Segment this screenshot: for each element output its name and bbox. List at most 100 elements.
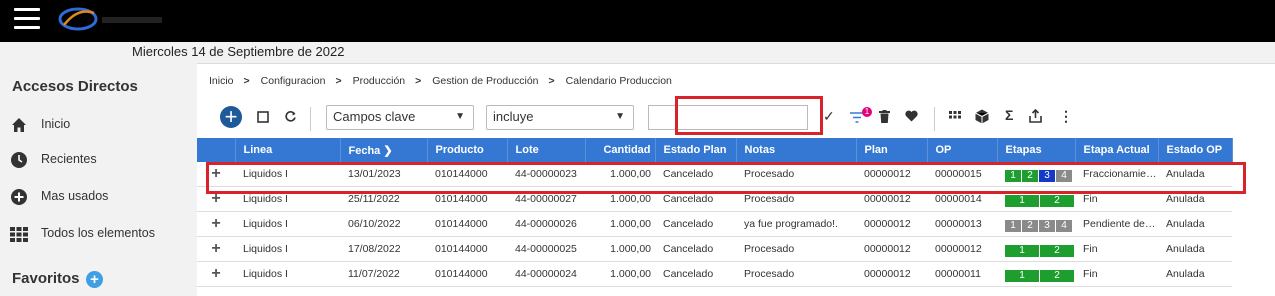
share-icon[interactable] <box>1029 109 1042 123</box>
sort-desc-icon: ❯ <box>383 144 393 157</box>
select-all-checkbox-icon[interactable] <box>257 111 269 123</box>
cell-linea: Liquidos I <box>235 236 340 262</box>
cube-icon[interactable] <box>975 109 989 124</box>
cell-estado-op: Anulada <box>1158 261 1232 287</box>
columns-grid-icon[interactable] <box>949 111 961 123</box>
more-options-icon[interactable]: ⋮ <box>1059 109 1073 123</box>
sidebar-item-inicio[interactable]: Inicio <box>10 113 190 137</box>
apply-filter-check-icon[interactable]: ✓ <box>823 109 835 123</box>
stage-pill: 2 <box>1040 269 1074 282</box>
expand-row-icon[interactable]: + <box>197 211 235 237</box>
heart-icon[interactable] <box>905 110 918 122</box>
column-header-cantidad[interactable]: Cantidad <box>585 138 656 162</box>
stage-pill: 2 <box>1040 244 1074 257</box>
column-header-etapa-actual[interactable]: Etapa Actual <box>1075 138 1159 162</box>
breadcrumb-item[interactable]: Inicio <box>209 75 234 87</box>
cell-etapas: 1234 <box>997 211 1075 237</box>
stage-pill: 1 <box>1005 219 1021 232</box>
stage-pill: 4 <box>1056 219 1072 232</box>
column-header-op[interactable]: OP <box>927 138 998 162</box>
cell-op: 00000015 <box>927 162 997 187</box>
column-header-notas[interactable]: Notas <box>736 138 857 162</box>
cell-cantidad: 1.000,00 <box>585 236 655 262</box>
row-spacer <box>1232 162 1275 187</box>
clock-icon <box>11 152 27 168</box>
expand-row-icon[interactable]: + <box>197 261 235 287</box>
cell-op: 00000014 <box>927 186 997 212</box>
chevron-right-icon: > <box>415 75 422 87</box>
expand-row-icon[interactable]: + <box>197 236 235 262</box>
stage-pill: 3 <box>1039 219 1055 232</box>
expand-column-header <box>197 138 236 162</box>
cell-notas: Procesado <box>736 261 856 287</box>
date-bar: Miercoles 14 de Septiembre de 2022 <box>0 42 1275 64</box>
cell-producto: 010144000 <box>427 261 507 287</box>
operator-select[interactable]: incluye ▼ <box>486 105 634 130</box>
chevron-right-icon: > <box>548 75 555 87</box>
stages-indicator: 1234 <box>1005 169 1075 182</box>
stage-pill: 2 <box>1022 169 1038 182</box>
hamburger-menu-icon[interactable] <box>14 8 40 30</box>
breadcrumb-item: Calendario Produccion <box>565 75 672 87</box>
trash-icon[interactable] <box>879 110 890 123</box>
expand-row-icon[interactable]: + <box>197 186 235 212</box>
cell-fecha: 25/11/2022 <box>340 186 427 212</box>
dropdown-arrow-icon: ▼ <box>455 111 465 122</box>
sidebar-item-recientes[interactable]: Recientes <box>10 148 190 172</box>
breadcrumb-item[interactable]: Configuracion <box>261 75 326 87</box>
table-row[interactable]: + Liquidos I 25/11/2022 010144000 44-0000002… <box>197 186 1275 212</box>
sum-icon[interactable]: Σ <box>1005 108 1013 122</box>
cell-estado-plan: Cancelado <box>655 261 736 287</box>
breadcrumb-item[interactable]: Producción <box>353 75 406 87</box>
cell-etapas: 12 <box>997 261 1075 287</box>
column-header-plan[interactable]: Plan <box>856 138 928 162</box>
search-input[interactable] <box>648 105 808 130</box>
operator-select-value: incluye <box>493 109 534 124</box>
main-content: Inicio > Configuracion > Producción > Gestion … <box>197 63 1275 296</box>
column-header-etapas[interactable]: Etapas <box>997 138 1076 162</box>
table-row[interactable]: + Liquidos I 11/07/2022 010144000 44-0000002… <box>197 261 1275 287</box>
table-row[interactable]: + Liquidos I 06/10/2022 010144000 44-0000002… <box>197 211 1275 237</box>
sidebar-item-todos[interactable]: Todos los elementos <box>10 222 190 246</box>
table-row[interactable]: + Liquidos I 17/08/2022 010144000 44-0000002… <box>197 236 1275 262</box>
cell-linea: Liquidos I <box>235 211 340 237</box>
table-header-row: Linea Fecha ❯ Producto Lote Cantidad Est… <box>197 138 1275 162</box>
cell-fecha: 06/10/2022 <box>340 211 427 237</box>
expand-row-icon[interactable]: + <box>197 162 235 187</box>
cell-lote: 44-00000023 <box>507 162 585 187</box>
field-select[interactable]: Campos clave ▼ <box>326 105 474 130</box>
production-table: Linea Fecha ❯ Producto Lote Cantidad Est… <box>197 138 1275 287</box>
filter-count-badge: 1 <box>862 107 872 117</box>
cell-producto: 010144000 <box>427 236 507 262</box>
cell-estado-op: Anulada <box>1158 211 1232 237</box>
cell-estado-plan: Cancelado <box>655 236 736 262</box>
cell-notas: Procesado <box>736 236 856 262</box>
column-header-linea[interactable]: Linea <box>235 138 341 162</box>
stage-pill: 1 <box>1005 244 1039 257</box>
table-row[interactable]: + Liquidos I 13/01/2023 010144000 44-0000002… <box>197 162 1275 187</box>
column-header-estado-op[interactable]: Estado OP <box>1158 138 1233 162</box>
cell-cantidad: 1.000,00 <box>585 261 655 287</box>
column-header-producto[interactable]: Producto <box>427 138 508 162</box>
cell-plan: 00000012 <box>856 236 927 262</box>
add-favorite-icon[interactable]: + <box>86 271 103 288</box>
breadcrumb-item[interactable]: Gestion de Producción <box>432 75 538 87</box>
cell-lote: 44-00000027 <box>507 186 585 212</box>
header-spacer <box>1232 138 1275 162</box>
cell-plan: 00000012 <box>856 211 927 237</box>
sidebar-item-label: Todos los elementos <box>41 226 155 240</box>
add-record-button[interactable]: + <box>220 106 242 128</box>
cell-notas: Procesado <box>736 186 856 212</box>
shortcuts-title: Accesos Directos <box>12 78 138 95</box>
column-header-label: Fecha <box>348 144 381 157</box>
column-header-lote[interactable]: Lote <box>507 138 586 162</box>
plus-circle-icon <box>11 189 27 205</box>
refresh-icon[interactable] <box>284 110 297 123</box>
sidebar-item-mas-usados[interactable]: Mas usados <box>10 185 190 209</box>
cell-etapa-actual: Fin <box>1075 261 1158 287</box>
cell-etapas: 1234 <box>997 162 1075 187</box>
column-header-fecha[interactable]: Fecha ❯ <box>340 138 428 162</box>
stage-pill: 2 <box>1022 219 1038 232</box>
column-header-estado-plan[interactable]: Estado Plan <box>655 138 737 162</box>
cell-estado-plan: Cancelado <box>655 162 736 187</box>
